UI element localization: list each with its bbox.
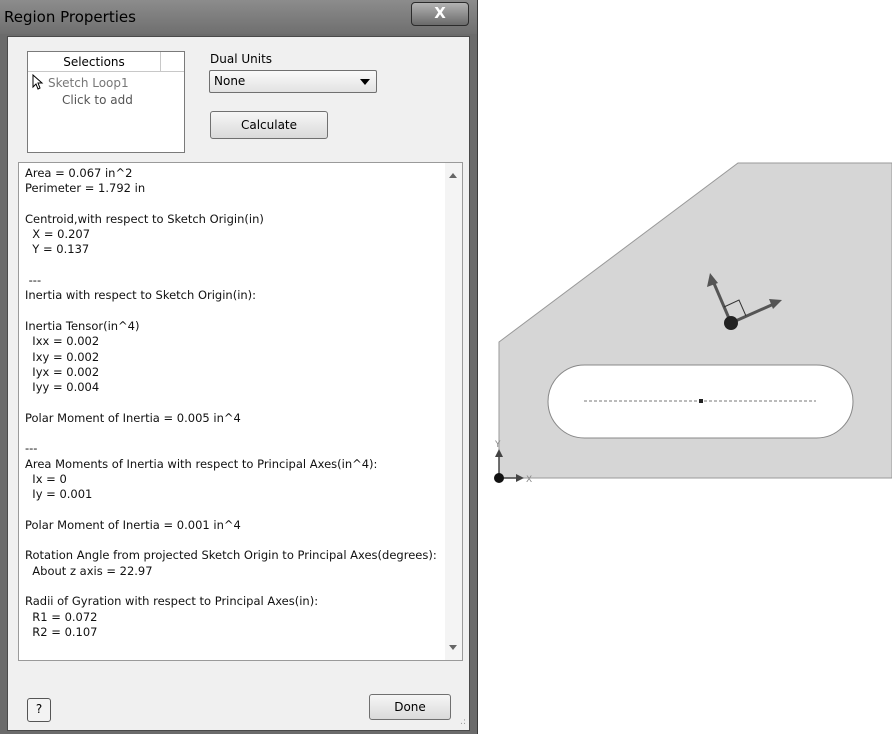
result-line: About z axis = 22.97 bbox=[25, 563, 153, 578]
dual-units-dropdown[interactable]: None bbox=[209, 70, 377, 93]
cursor-icon bbox=[32, 74, 44, 90]
result-line: Radii of Gyration with respect to Princi… bbox=[25, 594, 319, 609]
region-properties-dialog: Region Properties X Selections Sketch Lo… bbox=[0, 0, 478, 734]
result-line: Iy = 0.001 bbox=[25, 487, 93, 502]
dialog-client-area: Selections Sketch Loop1 Click to add Dua… bbox=[7, 36, 470, 731]
scroll-down-icon[interactable] bbox=[449, 645, 457, 650]
close-icon: X bbox=[434, 4, 446, 22]
selections-list[interactable]: Selections Sketch Loop1 Click to add bbox=[27, 51, 185, 153]
result-line: Iyx = 0.002 bbox=[25, 364, 100, 379]
result-line: Area Moments of Inertia with respect to … bbox=[25, 456, 378, 471]
result-line bbox=[25, 258, 435, 273]
result-line: Polar Moment of Inertia = 0.005 in^4 bbox=[25, 410, 241, 425]
dual-units-value: None bbox=[214, 74, 246, 88]
slot-center-point[interactable] bbox=[699, 399, 703, 403]
results-text: Area = 0.067 in^2 Perimeter = 1.792 in Cen… bbox=[25, 166, 437, 640]
result-line: X = 0.207 bbox=[25, 227, 91, 242]
selections-header: Selections bbox=[28, 52, 161, 72]
result-line: Rotation Angle from projected Sketch Ori… bbox=[25, 548, 437, 563]
calculate-button[interactable]: Calculate bbox=[210, 111, 328, 139]
result-line: Ix = 0 bbox=[25, 471, 67, 486]
result-line: Iyy = 0.004 bbox=[25, 380, 100, 395]
origin-x-label: X bbox=[526, 475, 532, 485]
close-button[interactable]: X bbox=[411, 2, 469, 26]
origin-y-label: Y bbox=[494, 440, 501, 450]
selection-item-sketch-loop[interactable]: Sketch Loop1 bbox=[48, 76, 129, 90]
done-button[interactable]: Done bbox=[369, 694, 451, 720]
selections-header-filler bbox=[161, 52, 184, 72]
dropdown-arrow-icon bbox=[360, 79, 370, 85]
result-line: Y = 0.137 bbox=[25, 242, 90, 257]
sketch-canvas[interactable]: X Y bbox=[480, 0, 892, 734]
result-line: Inertia Tensor(in^4) bbox=[25, 318, 140, 333]
result-line bbox=[25, 395, 435, 410]
result-line bbox=[25, 579, 435, 594]
result-line: Ixy = 0.002 bbox=[25, 349, 100, 364]
result-line: Inertia with respect to Sketch Origin(in… bbox=[25, 288, 257, 303]
resize-grip-icon[interactable]: .: bbox=[460, 718, 466, 727]
dual-units-label: Dual Units bbox=[210, 52, 273, 66]
click-to-add-prompt[interactable]: Click to add bbox=[62, 93, 133, 107]
result-line: Perimeter = 1.792 in bbox=[25, 181, 146, 196]
result-line bbox=[25, 426, 435, 441]
result-line: Centroid,with respect to Sketch Origin(i… bbox=[25, 211, 264, 226]
result-line bbox=[25, 304, 435, 319]
result-line: Area = 0.067 in^2 bbox=[25, 166, 133, 180]
result-line bbox=[25, 533, 435, 548]
result-line bbox=[25, 197, 435, 212]
result-line: Ixx = 0.002 bbox=[25, 334, 100, 349]
help-icon: ? bbox=[35, 702, 43, 716]
result-line bbox=[25, 503, 435, 518]
result-line: --- bbox=[25, 441, 38, 456]
title-bar[interactable]: Region Properties X bbox=[0, 0, 477, 34]
result-line: --- bbox=[25, 273, 42, 288]
results-scrollbar[interactable] bbox=[445, 163, 462, 660]
results-textbox[interactable]: Area = 0.067 in^2 Perimeter = 1.792 in Cen… bbox=[18, 162, 463, 661]
scroll-up-icon[interactable] bbox=[449, 173, 457, 178]
help-button[interactable]: ? bbox=[27, 698, 51, 722]
dialog-title: Region Properties bbox=[4, 8, 136, 26]
result-line: R1 = 0.072 bbox=[25, 609, 98, 624]
result-line: Polar Moment of Inertia = 0.001 in^4 bbox=[25, 517, 241, 532]
result-line: R2 = 0.107 bbox=[25, 624, 98, 639]
